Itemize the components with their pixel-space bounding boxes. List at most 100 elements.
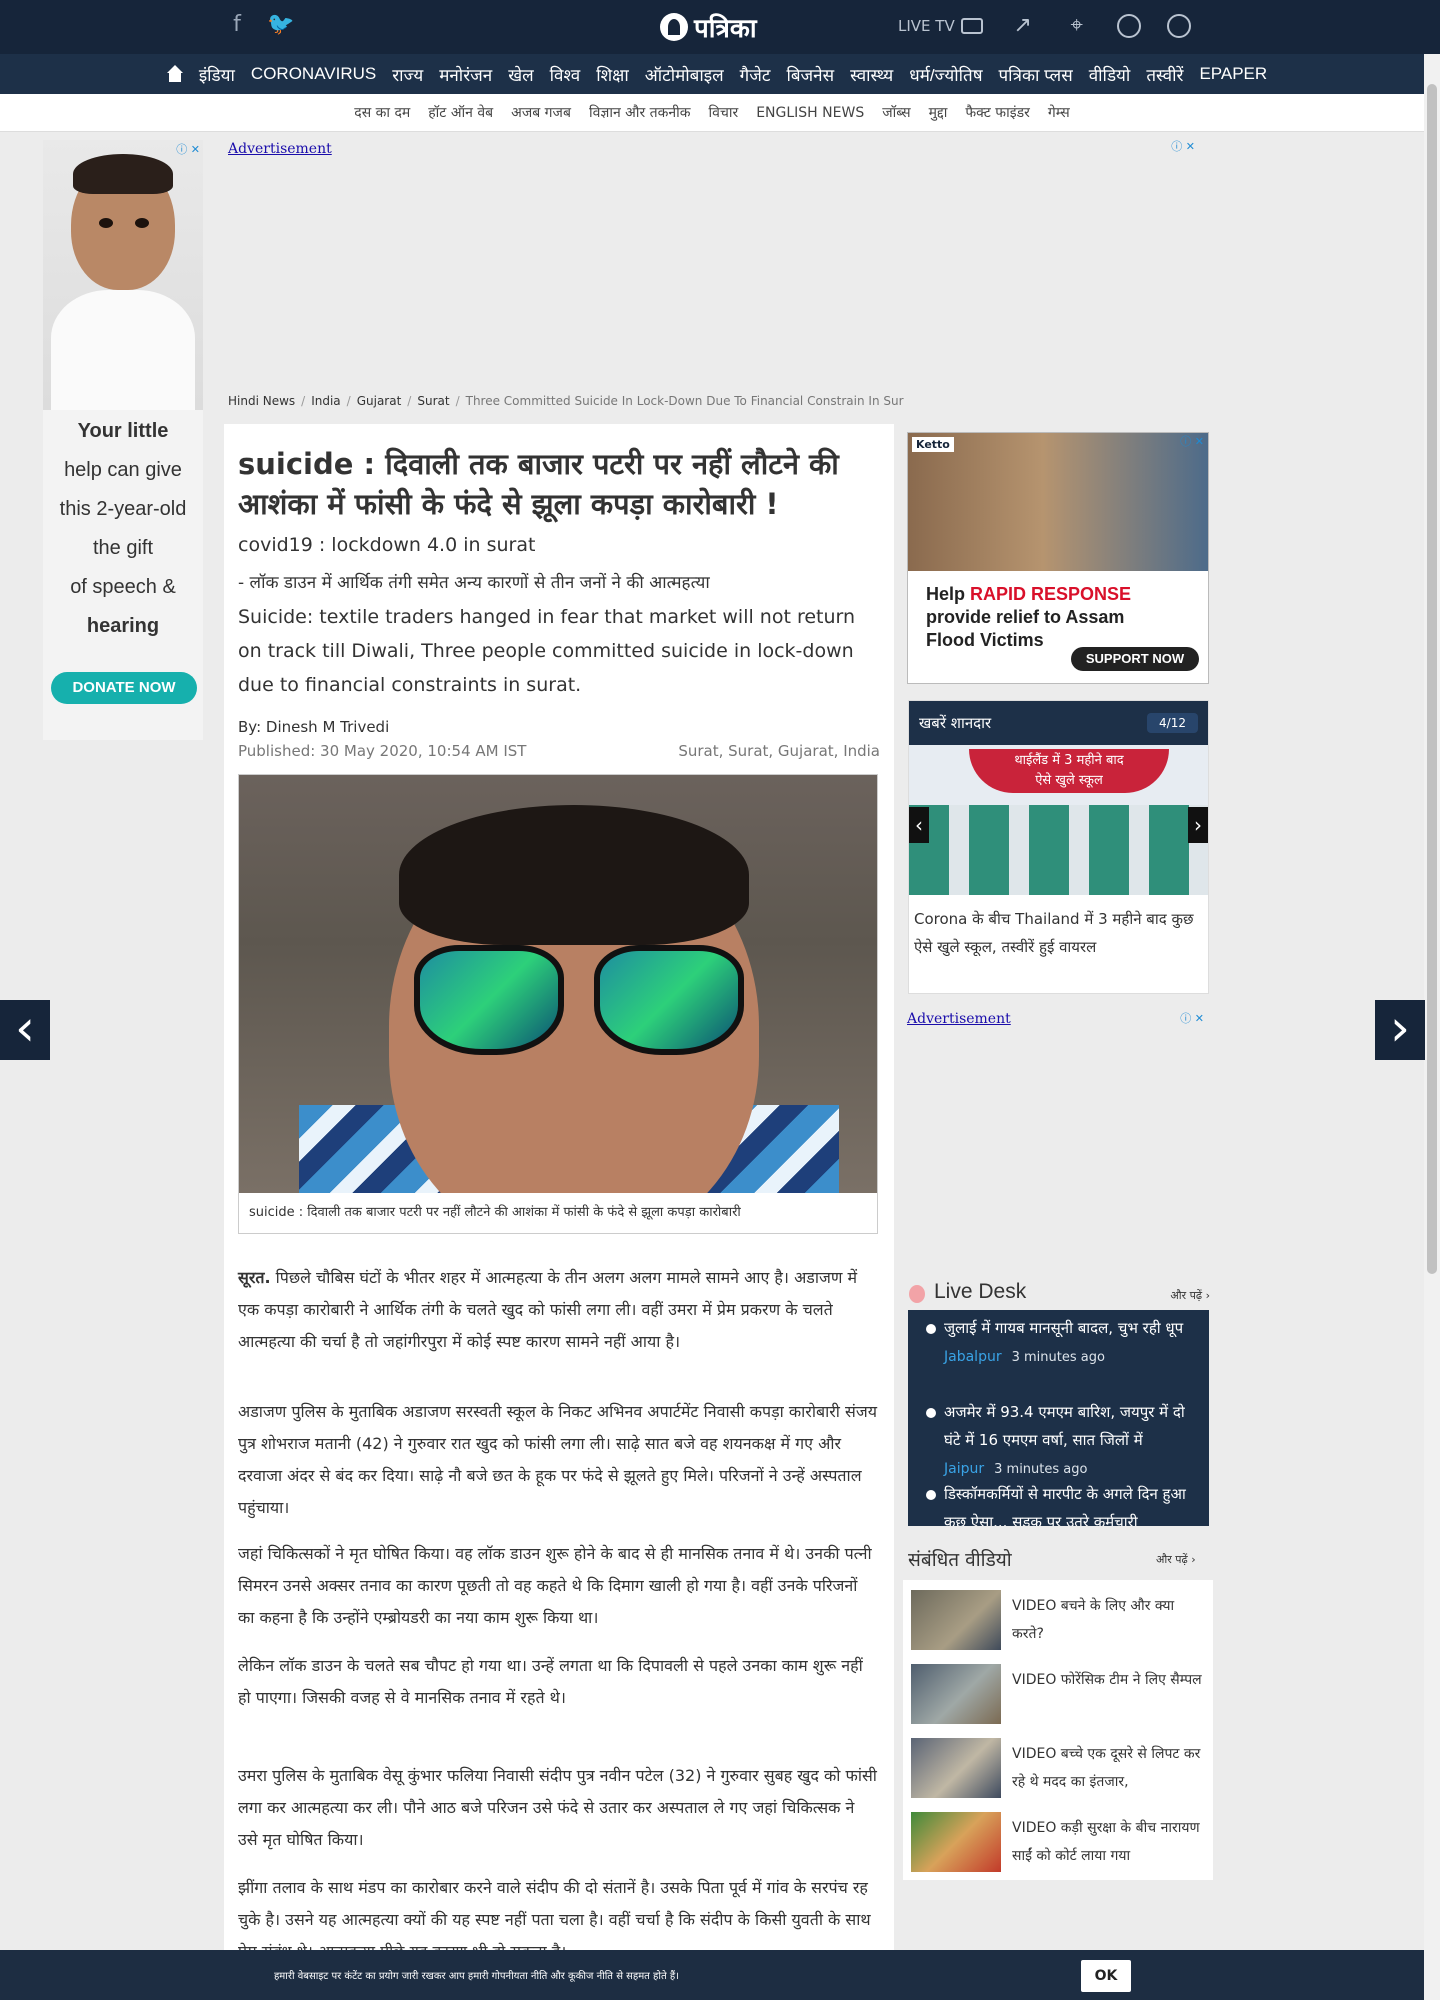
dateline-strong: सूरत. [238,1268,271,1287]
article-subtitle: - लॉक डाउन में आर्थिक तंगी समेत अन्य कार… [238,573,710,593]
top-bar: f 🐦 पत्रिका LIVE TV ↗ ⌖ [0,0,1440,54]
support-now-button[interactable]: SUPPORT NOW [1071,647,1199,671]
nav-item[interactable]: इंडिया [191,63,243,86]
advertisement-link[interactable]: Advertisement [907,1011,1011,1027]
live-item[interactable]: डिस्कॉमकर्मियों से मारपीट के अगले दिन हु… [924,1480,1194,1526]
twitter-icon[interactable]: 🐦 [266,10,296,40]
live-item[interactable]: अजमेर में 93.4 एमएम बारिश, जयपुर में दो … [924,1398,1194,1484]
related-videos-title: संबंधित वीडियो [908,1549,1012,1571]
breadcrumb-item[interactable]: India [311,394,340,408]
user-icon[interactable] [1166,14,1191,38]
nav-item[interactable]: शिक्षा [588,63,637,86]
side-advertisement[interactable]: Ketto Help RAPID RESPONSE provide relief… [907,432,1209,684]
facebook-icon[interactable]: f [222,10,252,40]
logo-mark-icon [660,13,688,41]
image-caption: suicide : दिवाली तक बाजार पटरी पर नहीं ल… [249,1205,741,1220]
nav-item[interactable]: बिजनेस [778,63,842,86]
side-advertisement-2[interactable]: Advertisement [907,1008,1011,1027]
advertisement-link[interactable]: Advertisement [228,141,332,157]
subnav-item[interactable]: विज्ञान और तकनीक [580,103,700,122]
video-item[interactable]: VIDEO फोरेंसिक टीम ने लिए सैम्पल [907,1660,1207,1726]
breadcrumb: Hindi News / India / Gujarat / Surat / Three… [228,394,904,408]
article-subtitle: covid19 : lockdown 4.0 in surat [238,534,536,556]
nav-item[interactable]: तस्वीरें [1138,63,1191,86]
next-article-button[interactable]: › [1375,1000,1425,1060]
primary-nav: इंडिया CORONAVIRUS राज्य मनोरंजन खेल विश… [0,54,1440,94]
featured-news-widget: खबरें शानदार 4/12 थाईलैंड में 3 महीने बा… [908,700,1209,994]
nav-item[interactable]: स्वास्थ्य [842,63,901,86]
video-thumbnail [911,1590,1001,1650]
video-item[interactable]: VIDEO बच्चे एक दूसरे से लिपट कर रहे थे म… [907,1734,1207,1800]
subnav-item[interactable]: गेम्स [1039,103,1079,122]
subnav-item[interactable]: फैक्ट फाइंडर [956,103,1038,122]
nav-item[interactable]: राज्य [384,63,431,86]
slide-image[interactable]: थाईलैंड में 3 महीने बाद ऐसे खुले स्कूल ‹ … [909,745,1208,895]
adchoices-icon[interactable]: ⓘ ✕ [170,141,200,156]
nav-item[interactable]: पत्रिका प्लस [991,63,1081,86]
video-title: VIDEO बच्चे एक दूसरे से लिपट कर रहे थे म… [1012,1746,1201,1790]
nav-item[interactable]: मनोरंजन [431,63,500,86]
child-photo [43,140,203,410]
donate-now-button[interactable]: DONATE NOW [51,672,197,704]
nav-item[interactable]: विश्व [542,63,589,86]
home-icon[interactable] [165,65,185,83]
ad-headline: Help RAPID RESPONSE provide relief to As… [926,584,1132,650]
nav-item[interactable]: खेल [500,63,541,86]
scrollbar-thumb[interactable] [1427,84,1437,1274]
video-thumbnail [911,1738,1001,1798]
nav-item[interactable]: गैजेट [732,63,779,86]
read-more-link[interactable]: और पढ़ें › [1170,1288,1210,1303]
published-date: Published: 30 May 2020, 10:54 AM IST [238,742,527,760]
adchoices-icon[interactable]: ⓘ ✕ [1174,1010,1204,1025]
site-logo[interactable]: पत्रिका [660,9,757,45]
nav-item[interactable]: ऑटोमोबाइल [637,63,732,86]
subnav-item[interactable]: दस का दम [345,103,419,122]
subnav-item[interactable]: विचार [700,103,748,122]
read-more-link[interactable]: और पढ़ें › [1156,1552,1196,1567]
nav-item[interactable]: वीडियो [1081,63,1139,86]
nav-item[interactable]: धर्म/ज्योतिष [901,63,990,86]
subnav-item[interactable]: हॉट ऑन वेब [419,103,502,122]
search-icon[interactable] [1116,14,1141,38]
article-paragraph: सूरत. पिछले चौबिस घंटों के भीतर शहर में … [238,1268,858,1351]
prev-article-button[interactable]: ‹ [0,1000,50,1060]
adchoices-icon[interactable]: ⓘ ✕ [1174,433,1204,448]
breadcrumb-item[interactable]: Hindi News [228,394,295,408]
subnav-item[interactable]: जॉब्स [873,103,919,122]
article-image[interactable] [239,775,877,1193]
subnav-item[interactable]: ENGLISH NEWS [747,105,873,121]
top-advertisement[interactable]: Advertisement [228,138,1198,390]
left-donation-ad[interactable]: Your little help can give this 2-year-ol… [43,140,203,740]
video-thumbnail [911,1812,1001,1872]
slide-counter: 4/12 [1147,713,1198,733]
live-tv-link[interactable]: LIVE TV [898,17,983,35]
secondary-nav: दस का दम हॉट ऑन वेब अजब गजब विज्ञान और त… [0,94,1424,132]
next-slide-button[interactable]: › [1188,807,1208,843]
location-icon[interactable]: ⌖ [1063,12,1091,40]
ad-brand: Ketto [912,437,954,452]
video-item[interactable]: VIDEO बचने के लिए और क्या करते? [907,1586,1207,1652]
article-figure: suicide : दिवाली तक बाजार पटरी पर नहीं ल… [238,774,878,1234]
video-title: VIDEO कड़ी सुरक्षा के बीच नारायण साईं को… [1012,1820,1200,1864]
video-title: VIDEO फोरेंसिक टीम ने लिए सैम्पल [1012,1672,1202,1688]
adchoices-icon[interactable]: ⓘ ✕ [1165,138,1195,153]
cookie-ok-button[interactable]: OK [1081,1960,1131,1992]
prev-slide-button[interactable]: ‹ [909,807,929,843]
nav-item[interactable]: EPAPER [1191,64,1275,84]
scrollbar[interactable] [1424,54,1440,2000]
live-item[interactable]: जुलाई में गायब मानसूनी बादल, चुभ रही धूप… [924,1314,1194,1372]
breadcrumb-item[interactable]: Gujarat [357,394,402,408]
subnav-item[interactable]: मुद्दा [920,103,957,122]
breadcrumb-item[interactable]: Surat [417,394,449,408]
live-desk-list: जुलाई में गायब मानसूनी बादल, चुभ रही धूप… [908,1310,1209,1526]
widget-header: खबरें शानदार 4/12 [909,701,1208,745]
video-item[interactable]: VIDEO कड़ी सुरक्षा के बीच नारायण साईं को… [907,1808,1207,1874]
video-thumbnail [911,1664,1001,1724]
video-title: VIDEO बचने के लिए और क्या करते? [1012,1598,1175,1642]
nav-item[interactable]: CORONAVIRUS [243,64,384,84]
subnav-item[interactable]: अजब गजब [502,103,580,122]
article-paragraph: उमरा पुलिस के मुताबिक वेसू कुंभार फलिया … [238,1766,877,1849]
trending-icon[interactable]: ↗ [1009,12,1037,40]
header-actions: LIVE TV ↗ ⌖ [898,12,1191,40]
slide-caption[interactable]: Corona के बीच Thailand में 3 महीने बाद क… [909,895,1208,971]
